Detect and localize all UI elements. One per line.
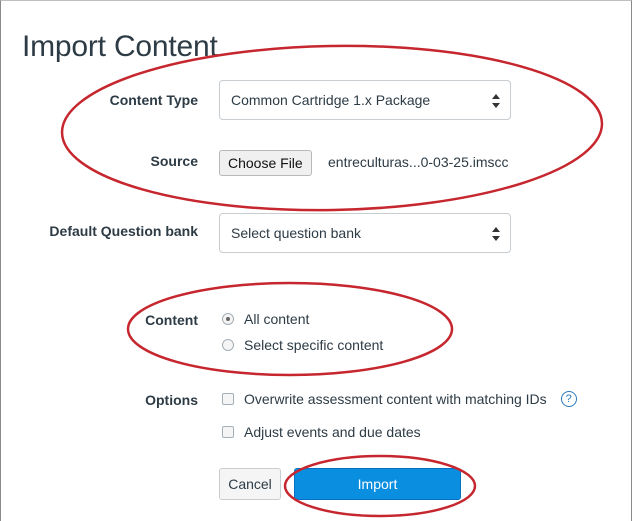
- question-bank-label: Default Question bank: [49, 223, 198, 239]
- help-icon[interactable]: ?: [560, 391, 577, 407]
- choose-file-button[interactable]: Choose File: [219, 150, 312, 176]
- dialog-frame: [0, 0, 632, 521]
- import-button[interactable]: Import: [294, 468, 461, 500]
- select-arrows-icon: [492, 227, 500, 241]
- checkbox[interactable]: [222, 393, 234, 405]
- selected-file-name: entreculturas...0-03-25.imscc: [328, 154, 509, 170]
- radio-all-content-label: All content: [244, 311, 310, 327]
- checkbox[interactable]: [222, 426, 234, 438]
- radio-select-specific-content[interactable]: Select specific content: [222, 337, 383, 353]
- content-type-value: Common Cartridge 1.x Package: [231, 92, 431, 108]
- content-label: Content: [145, 312, 198, 328]
- checkbox-adjust-events[interactable]: Adjust events and due dates: [222, 424, 421, 440]
- checkbox-overwrite-label: Overwrite assessment content with matchi…: [244, 391, 547, 407]
- content-type-select[interactable]: Common Cartridge 1.x Package: [219, 80, 511, 120]
- page-title: Import Content: [22, 30, 218, 63]
- radio-button[interactable]: [222, 339, 234, 351]
- content-type-label: Content Type: [109, 92, 198, 108]
- radio-select-specific-label: Select specific content: [244, 337, 384, 353]
- question-bank-value: Select question bank: [231, 225, 361, 241]
- checkbox-overwrite-assessment[interactable]: Overwrite assessment content with matchi…: [222, 391, 577, 407]
- cancel-button[interactable]: Cancel: [219, 468, 281, 500]
- radio-button-checked[interactable]: [222, 313, 234, 325]
- source-label: Source: [150, 153, 198, 169]
- checkbox-adjust-label: Adjust events and due dates: [244, 424, 421, 440]
- select-arrows-icon: [492, 94, 500, 108]
- options-label: Options: [145, 392, 198, 408]
- radio-all-content[interactable]: All content: [222, 311, 309, 327]
- question-bank-select[interactable]: Select question bank: [219, 213, 511, 253]
